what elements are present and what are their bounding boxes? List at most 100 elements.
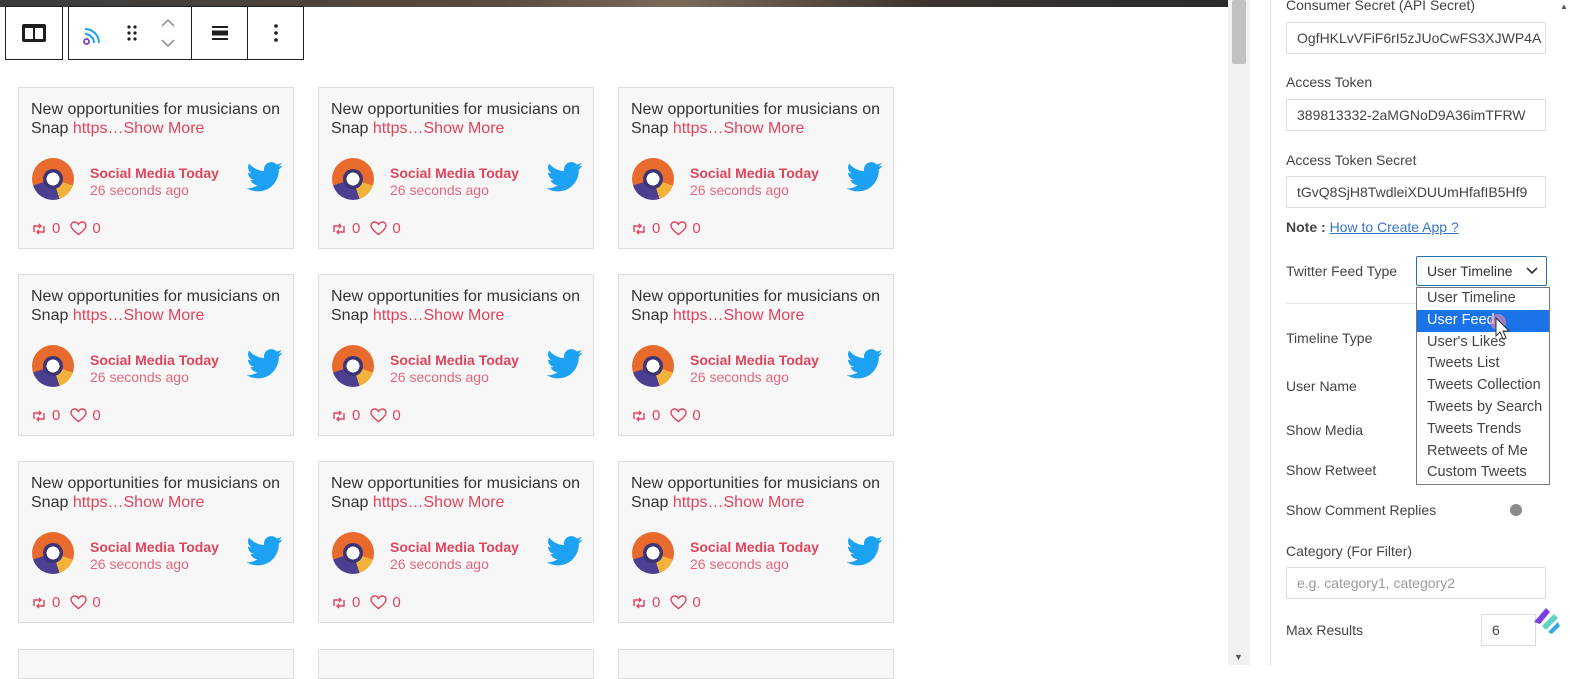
avatar[interactable] bbox=[32, 158, 74, 200]
tweet-card[interactable]: New opportunities for musicians on Snap … bbox=[318, 274, 594, 436]
category-input[interactable]: e.g. category1, category2 bbox=[1286, 567, 1546, 599]
tweet-link[interactable]: https… bbox=[373, 120, 424, 137]
block-layout-button[interactable] bbox=[6, 7, 62, 59]
twitter-bird-icon[interactable] bbox=[547, 536, 583, 566]
author-name[interactable]: Social Media Today bbox=[690, 352, 819, 368]
show-more-link[interactable]: Show More bbox=[724, 494, 805, 511]
avatar[interactable] bbox=[32, 532, 74, 574]
author-name[interactable]: Social Media Today bbox=[90, 539, 219, 555]
retweet-icon[interactable] bbox=[331, 223, 347, 235]
author-name[interactable]: Social Media Today bbox=[390, 539, 519, 555]
retweet-icon[interactable] bbox=[31, 223, 47, 235]
feed-type-option[interactable]: User Feed bbox=[1417, 309, 1549, 332]
retweet-icon[interactable] bbox=[631, 223, 647, 235]
consumer-secret-input[interactable]: OgfHKLvVFiF6rI5zJUoCwFS3XJWP4A bbox=[1286, 22, 1546, 54]
heart-icon[interactable] bbox=[70, 595, 88, 610]
retweet-icon[interactable] bbox=[31, 410, 47, 422]
heart-icon[interactable] bbox=[370, 408, 388, 423]
twitter-bird-icon[interactable] bbox=[247, 349, 283, 379]
heart-icon[interactable] bbox=[70, 408, 88, 423]
retweet-icon[interactable] bbox=[331, 597, 347, 609]
show-more-link[interactable]: Show More bbox=[724, 120, 805, 137]
heart-icon[interactable] bbox=[370, 595, 388, 610]
scroll-up-arrow-icon[interactable]: ▲ bbox=[1560, 2, 1568, 11]
tweet-link[interactable]: https… bbox=[73, 494, 124, 511]
access-token-secret-input[interactable]: tGvQ8SjH8TwdleiXDUUmHfafIB5Hf9 bbox=[1286, 176, 1546, 208]
show-more-link[interactable]: Show More bbox=[124, 494, 205, 511]
retweet-icon[interactable] bbox=[331, 410, 347, 422]
avatar[interactable] bbox=[632, 158, 674, 200]
author-name[interactable]: Social Media Today bbox=[90, 165, 219, 181]
twitter-bird-icon[interactable] bbox=[247, 536, 283, 566]
align-button[interactable] bbox=[191, 7, 247, 59]
tweet-card[interactable]: New opportunities for musicians on Snap … bbox=[618, 461, 894, 623]
tweet-link[interactable]: https… bbox=[73, 307, 124, 324]
twitter-bird-icon[interactable] bbox=[247, 162, 283, 192]
feed-type-option[interactable]: Tweets by Search bbox=[1417, 397, 1549, 419]
heart-icon[interactable] bbox=[70, 221, 88, 236]
feed-type-option[interactable]: User's Likes bbox=[1417, 332, 1549, 354]
avatar[interactable] bbox=[32, 345, 74, 387]
tweet-card[interactable]: New opportunities for musicians on Snap … bbox=[318, 461, 594, 623]
tweet-card[interactable]: New opportunities for musicians on Snap … bbox=[618, 274, 894, 436]
scroll-down-arrow-icon[interactable]: ▼ bbox=[1234, 652, 1243, 662]
avatar[interactable] bbox=[632, 532, 674, 574]
twitter-bird-icon[interactable] bbox=[547, 162, 583, 192]
feed-type-option[interactable]: Retweets of Me bbox=[1417, 441, 1549, 463]
heart-icon[interactable] bbox=[370, 221, 388, 236]
feed-type-option[interactable]: User Timeline bbox=[1417, 288, 1549, 310]
tweet-card[interactable]: New opportunities for musicians on Snap … bbox=[18, 461, 294, 623]
author-name[interactable]: Social Media Today bbox=[90, 352, 219, 368]
feed-type-option[interactable]: Tweets List bbox=[1417, 353, 1549, 375]
feed-type-option[interactable]: Custom Tweets bbox=[1417, 462, 1549, 484]
retweet-icon[interactable] bbox=[631, 597, 647, 609]
show-comment-replies-toggle[interactable] bbox=[1507, 500, 1545, 520]
tweet-link[interactable]: https… bbox=[373, 307, 424, 324]
tweet-link[interactable]: https… bbox=[673, 120, 724, 137]
retweet-icon[interactable] bbox=[31, 597, 47, 609]
feed-type-option[interactable]: Tweets Collection bbox=[1417, 375, 1549, 397]
feed-type-dropdown[interactable]: User Timeline User Feed User's Likes Tweets… bbox=[1416, 287, 1550, 485]
panel-scrollbar[interactable]: ▲ bbox=[1558, 0, 1570, 665]
heart-icon[interactable] bbox=[670, 408, 688, 423]
tweet-card[interactable]: New opportunities for musicians on Snap … bbox=[18, 87, 294, 249]
author-name[interactable]: Social Media Today bbox=[390, 165, 519, 181]
author-name[interactable]: Social Media Today bbox=[690, 539, 819, 555]
show-more-link[interactable]: Show More bbox=[424, 120, 505, 137]
author-name[interactable]: Social Media Today bbox=[390, 352, 519, 368]
show-more-link[interactable]: Show More bbox=[424, 494, 505, 511]
canvas-scrollbar-thumb[interactable] bbox=[1232, 0, 1246, 64]
access-token-input[interactable]: 389813332-2aMGNoD9A36imTFRW bbox=[1286, 99, 1546, 131]
heart-icon[interactable] bbox=[670, 221, 688, 236]
tweet-link[interactable]: https… bbox=[373, 494, 424, 511]
show-more-link[interactable]: Show More bbox=[124, 120, 205, 137]
author-name[interactable]: Social Media Today bbox=[690, 165, 819, 181]
tweet-link[interactable]: https… bbox=[673, 494, 724, 511]
twitter-bird-icon[interactable] bbox=[547, 349, 583, 379]
show-more-link[interactable]: Show More bbox=[424, 307, 505, 324]
how-to-create-app-link[interactable]: How to Create App ? bbox=[1330, 219, 1459, 235]
twitter-bird-icon[interactable] bbox=[847, 349, 883, 379]
twitter-bird-icon[interactable] bbox=[847, 162, 883, 192]
show-more-link[interactable]: Show More bbox=[124, 307, 205, 324]
tweet-card[interactable]: New opportunities for musicians on Snap … bbox=[318, 87, 594, 249]
avatar[interactable] bbox=[632, 345, 674, 387]
feed-type-option[interactable]: Tweets Trends bbox=[1417, 419, 1549, 441]
show-more-link[interactable]: Show More bbox=[724, 307, 805, 324]
avatar[interactable] bbox=[332, 158, 374, 200]
heart-icon[interactable] bbox=[670, 595, 688, 610]
more-options-button[interactable] bbox=[247, 7, 303, 59]
tweet-card[interactable]: New opportunities for musicians on Snap … bbox=[18, 274, 294, 436]
canvas-scrollbar[interactable]: ▼ bbox=[1228, 0, 1250, 665]
rss-feed-button[interactable] bbox=[69, 7, 119, 59]
feed-type-select[interactable]: User Timeline bbox=[1416, 256, 1547, 286]
retweet-icon[interactable] bbox=[631, 410, 647, 422]
twitter-bird-icon[interactable] bbox=[847, 536, 883, 566]
tweet-link[interactable]: https… bbox=[73, 120, 124, 137]
drag-handle[interactable] bbox=[119, 7, 145, 59]
tweet-card[interactable]: New opportunities for musicians on Snap … bbox=[618, 87, 894, 249]
tweet-link[interactable]: https… bbox=[673, 307, 724, 324]
avatar[interactable] bbox=[332, 532, 374, 574]
move-up-down-button[interactable] bbox=[145, 7, 191, 59]
avatar[interactable] bbox=[332, 345, 374, 387]
